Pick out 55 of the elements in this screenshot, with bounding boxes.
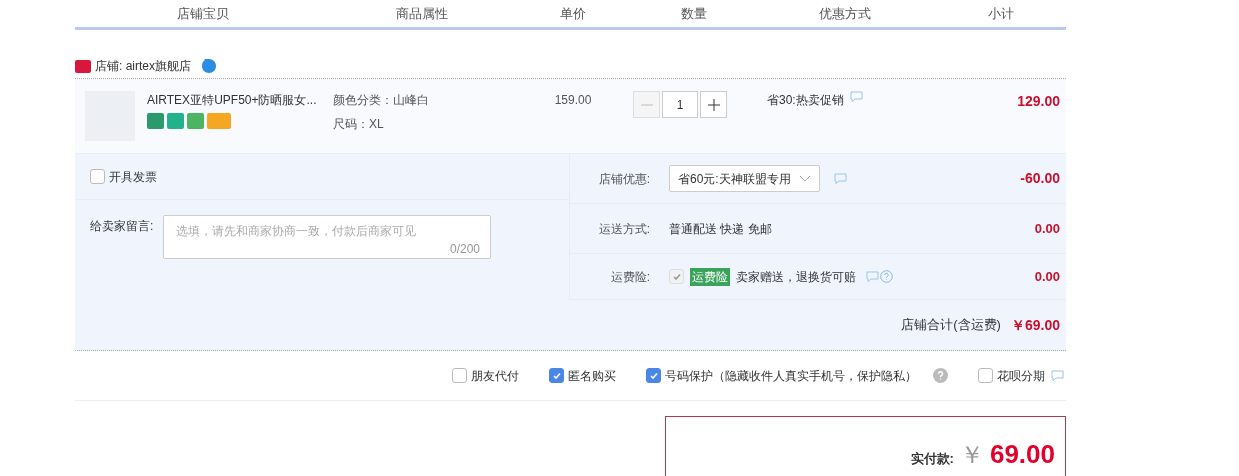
- checkmark-icon: [648, 370, 659, 381]
- insurance-tag: 运费险: [690, 267, 730, 286]
- shipping-method: 普通配送 快递 免邮: [669, 220, 772, 238]
- checkbox[interactable]: [978, 368, 993, 383]
- checkbox[interactable]: [646, 368, 661, 383]
- row-label: 运送方式:: [597, 220, 650, 238]
- row-label: 运费险:: [609, 268, 650, 286]
- row-label: 店铺优惠:: [597, 170, 650, 188]
- quantity-field[interactable]: 1: [662, 91, 698, 118]
- item-subtotal: 129.00: [1017, 92, 1060, 111]
- option-label[interactable]: 朋友代付: [471, 366, 519, 385]
- decrease-button[interactable]: [633, 91, 660, 118]
- message-placeholder: 选填，请先和商家协商一致，付款后商家可见: [176, 223, 417, 240]
- option-label[interactable]: 匿名购买: [568, 366, 616, 385]
- option-label[interactable]: 号码保护（隐藏收件人真实手机号，保护隐私）: [665, 366, 917, 385]
- increase-button[interactable]: [700, 91, 727, 118]
- payment-label: 实付款:: [910, 450, 954, 468]
- promotion-text: 省30:热卖促销: [767, 92, 844, 109]
- option-label[interactable]: 花呗分期: [997, 366, 1045, 385]
- unit-price: 159.00: [554, 92, 592, 109]
- help-icon[interactable]: [880, 270, 893, 283]
- checkbox[interactable]: [90, 169, 105, 184]
- row-amount: 0.00: [1034, 219, 1060, 238]
- column-header: 单价: [560, 4, 586, 23]
- product-attribute: 尺码：XL: [333, 116, 385, 133]
- column-header: 优惠方式: [819, 4, 871, 23]
- comment-icon[interactable]: [1051, 369, 1064, 382]
- character-counter: 0/200: [449, 241, 480, 258]
- currency-symbol: ￥: [959, 440, 984, 470]
- message-label: 给卖家留言:: [90, 218, 155, 235]
- coupon-dropdown[interactable]: 省60元:天神联盟专用: [669, 165, 820, 192]
- checkmark-icon: [551, 370, 562, 381]
- checkmark-icon: [671, 271, 682, 282]
- shop-name: 店铺: airtex旗舰店: [95, 58, 191, 75]
- invoice-label: 开具发票: [109, 168, 157, 186]
- checkbox[interactable]: [549, 368, 564, 383]
- product-attribute: 颜色分类：山峰白: [333, 92, 430, 109]
- row-amount: -60.00: [1020, 169, 1060, 188]
- column-header: 数量: [681, 4, 707, 23]
- shop-total-label: 店铺合计(含运费): [901, 316, 1001, 335]
- comment-icon[interactable]: [834, 172, 847, 185]
- comment-icon[interactable]: [849, 91, 863, 103]
- column-header: 小计: [987, 4, 1014, 23]
- column-header: 商品属性: [396, 4, 448, 23]
- checkbox[interactable]: [452, 368, 467, 383]
- shop-total-amount: ￥69.00: [1010, 315, 1060, 335]
- insurance-text: 卖家赠送，退换货可赔: [736, 268, 856, 286]
- chevron-down-icon: [799, 174, 811, 183]
- plus-icon: [707, 98, 720, 111]
- row-amount: 0.00: [1034, 267, 1060, 286]
- column-header: 店铺宝贝: [177, 4, 229, 23]
- comment-icon[interactable]: [866, 270, 879, 283]
- help-icon[interactable]: [933, 368, 948, 383]
- product-title[interactable]: AIRTEX亚特UPF50+防晒服女...: [147, 91, 317, 109]
- payment-amount: 69.00: [989, 438, 1055, 471]
